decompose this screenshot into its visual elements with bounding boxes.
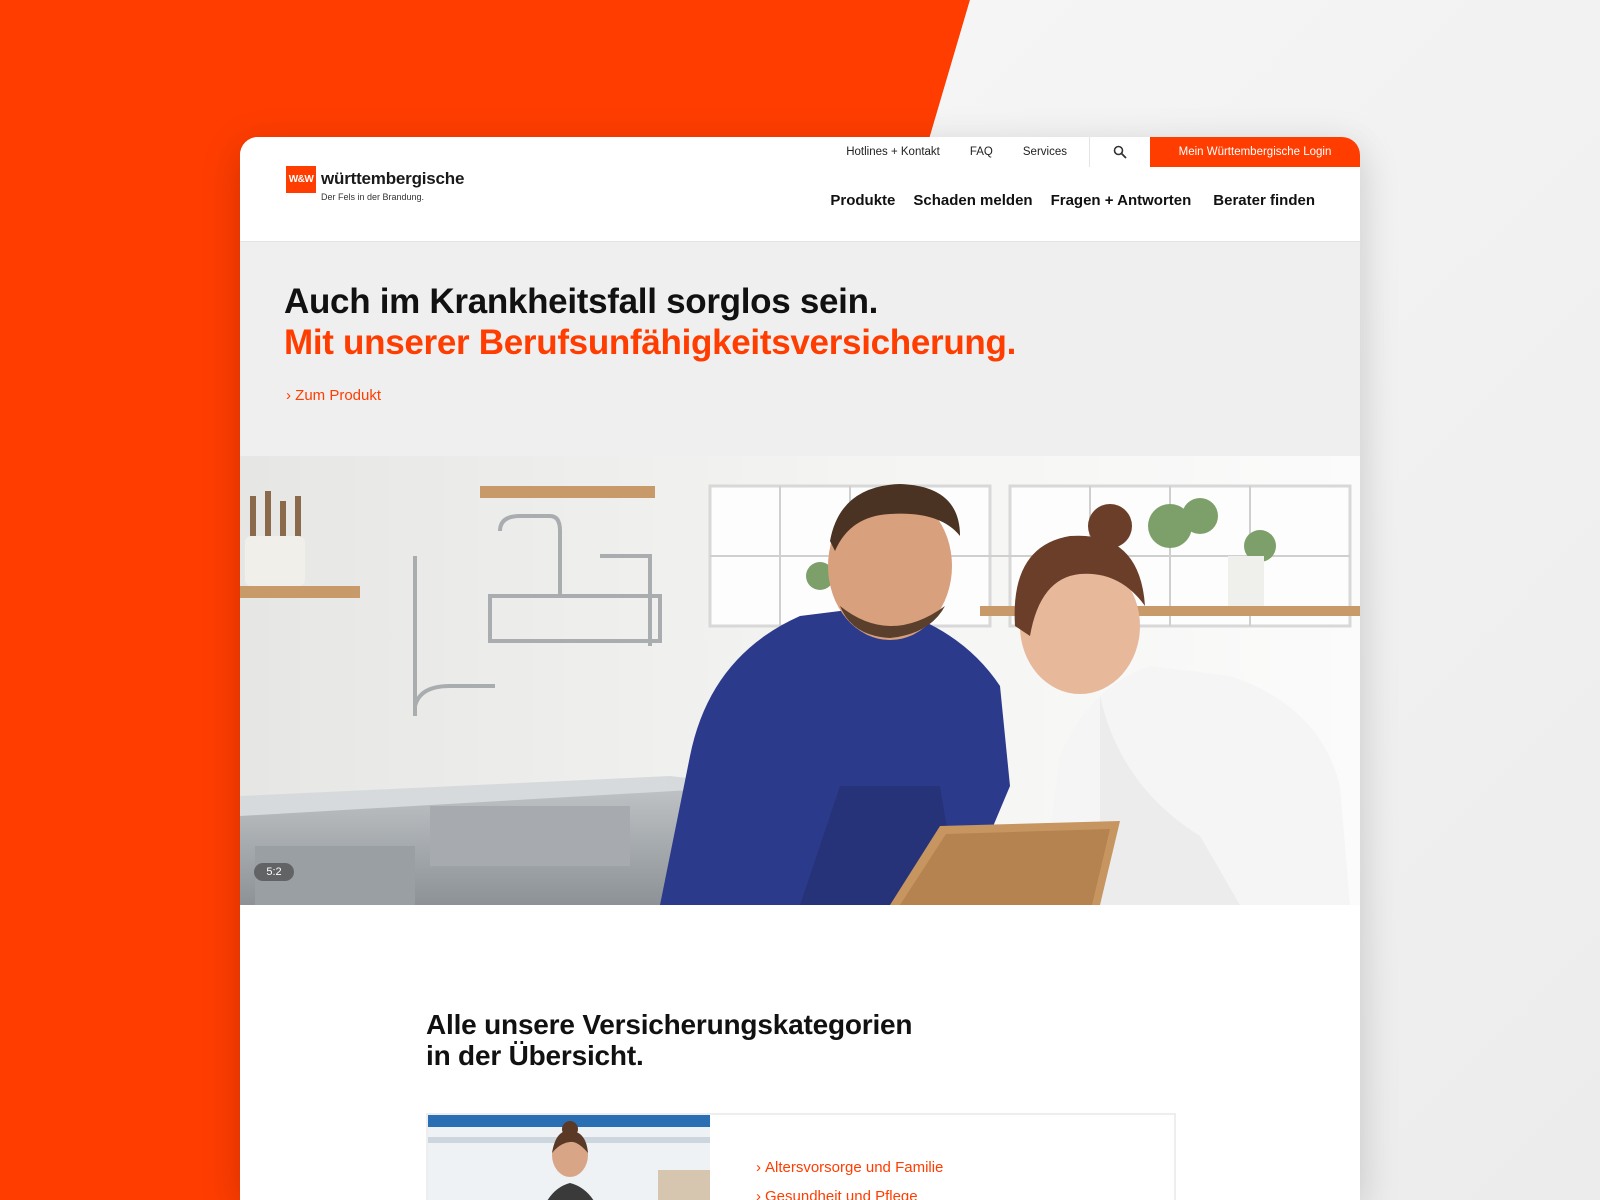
mainnav-fragen-antworten[interactable]: Fragen + Antworten: [1051, 192, 1192, 209]
login-button[interactable]: Mein Württembergische Login: [1150, 137, 1360, 167]
search-button[interactable]: [1089, 137, 1150, 167]
topnav-faq-link[interactable]: FAQ: [970, 146, 993, 158]
top-navigation: Hotlines + Kontakt FAQ Services Mein Wür…: [846, 137, 1360, 167]
topnav-hotlines-link[interactable]: Hotlines + Kontakt: [846, 146, 940, 158]
category-label: Gesundheit und Pflege: [765, 1188, 918, 1200]
woman-sport-photo: [428, 1115, 710, 1200]
hero-teaser: Auch im Krankheitsfall sorglos sein. Mit…: [240, 242, 1360, 456]
hero-link-label: Zum Produkt: [295, 387, 382, 404]
categories-section: Alle unsere Versicherungskategorien in d…: [240, 905, 1360, 1200]
categories-title-line1: Alle unsere Versicherungskategorien: [426, 1009, 913, 1040]
chevron-right-icon: ›: [286, 387, 291, 404]
logo-text: württembergische Der Fels in der Brandun…: [321, 170, 464, 202]
category-label: Altersvorsorge und Familie: [765, 1159, 944, 1176]
brand-slogan: Der Fels in der Brandung.: [321, 192, 425, 202]
logo-mark: W&W: [286, 166, 316, 193]
hero-headline: Auch im Krankheitsfall sorglos sein.: [284, 282, 879, 321]
kitchen-couple-photo: [240, 456, 1360, 905]
mainnav-berater-finden[interactable]: Berater finden: [1213, 192, 1315, 209]
mainnav-schaden-melden[interactable]: Schaden melden: [913, 192, 1032, 209]
search-icon: [1113, 145, 1127, 159]
topnav-services-link[interactable]: Services: [1023, 146, 1067, 158]
chevron-right-icon: ›: [756, 1159, 761, 1176]
brand-logo[interactable]: W&W württembergische Der Fels in der Bra…: [286, 166, 464, 202]
mainnav-produkte[interactable]: Produkte: [830, 192, 895, 209]
category-card: › Altersvorsorge und Familie › Gesundhei…: [426, 1113, 1176, 1200]
categories-title: Alle unsere Versicherungskategorien in d…: [426, 1009, 1026, 1071]
category-link-altersvorsorge[interactable]: › Altersvorsorge und Familie: [756, 1159, 943, 1176]
browser-window: W&W württembergische Der Fels in der Bra…: [240, 137, 1360, 1200]
category-link-gesundheit[interactable]: › Gesundheit und Pflege: [756, 1188, 943, 1200]
hero-image: 5:2: [240, 456, 1360, 905]
hero-product-link[interactable]: › Zum Produkt: [286, 387, 381, 404]
category-list: › Altersvorsorge und Familie › Gesundhei…: [756, 1159, 943, 1200]
brand-name: württembergische: [321, 169, 465, 188]
category-image: [428, 1115, 710, 1200]
aspect-ratio-badge: 5:2: [254, 863, 294, 881]
site-header: W&W württembergische Der Fels in der Bra…: [240, 137, 1360, 242]
main-navigation: Produkte Schaden melden Fragen + Antwort…: [830, 192, 1315, 209]
hero-subheadline: Mit unserer Berufsunfähigkeitsversicheru…: [284, 323, 1017, 362]
categories-title-line2: in der Übersicht.: [426, 1040, 644, 1071]
chevron-right-icon: ›: [756, 1188, 761, 1200]
